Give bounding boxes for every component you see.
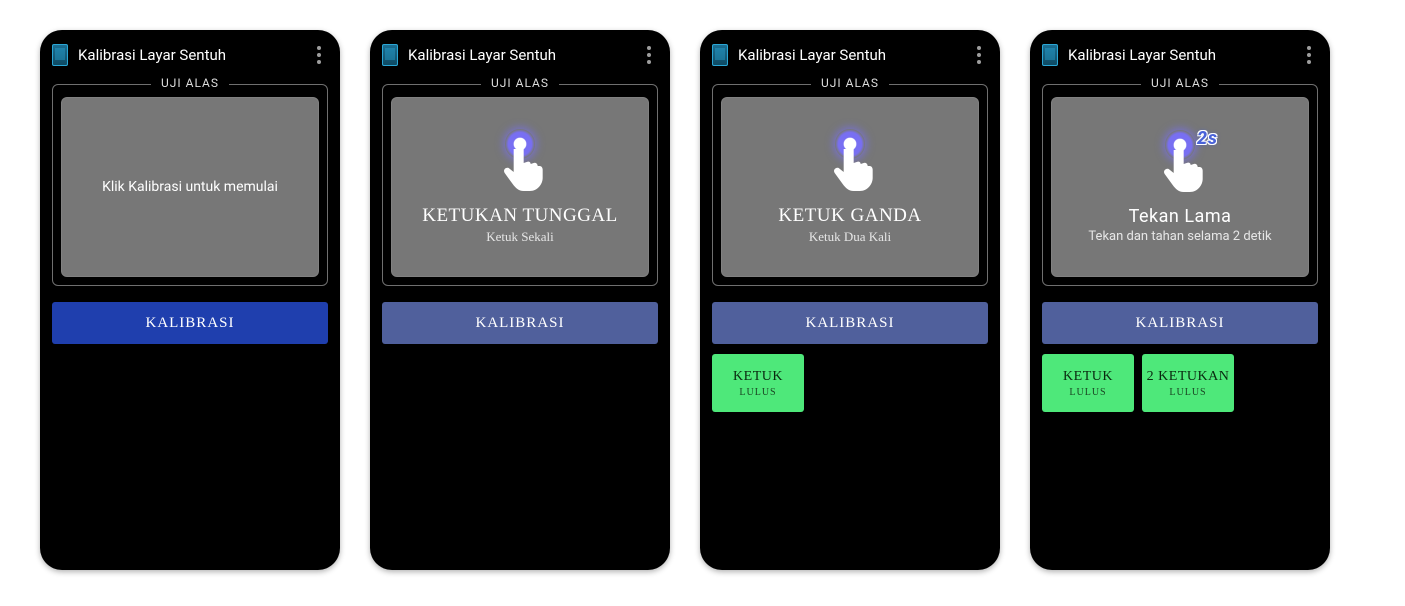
test-pad-frame: UJI ALAS KETUK GANDA Ketuk Dua Kali bbox=[712, 84, 988, 286]
titlebar: Kalibrasi Layar Sentuh bbox=[378, 38, 662, 76]
pad-title: KETUKAN TUNGGAL bbox=[422, 205, 618, 227]
titlebar: Kalibrasi Layar Sentuh bbox=[708, 38, 992, 76]
overflow-menu-icon[interactable] bbox=[1300, 46, 1318, 64]
result-title: 2 KETUKAN bbox=[1147, 369, 1230, 385]
pad-subtitle: Ketuk Dua Kali bbox=[809, 229, 891, 245]
pad-subtitle: Ketuk Sekali bbox=[486, 229, 554, 245]
result-card-tap: KETUK LULUS bbox=[712, 354, 804, 412]
phone-screen-4: Kalibrasi Layar Sentuh UJI ALAS 2s Tekan… bbox=[1030, 30, 1330, 570]
titlebar: Kalibrasi Layar Sentuh bbox=[48, 38, 332, 76]
app-icon bbox=[52, 44, 68, 66]
pad-title: Tekan Lama bbox=[1129, 206, 1232, 227]
pad-label: UJI ALAS bbox=[481, 76, 559, 90]
result-status: LULUS bbox=[1169, 387, 1206, 398]
long-press-icon: 2s bbox=[1148, 130, 1212, 194]
phone-screen-2: Kalibrasi Layar Sentuh UJI ALAS KETUKAN … bbox=[370, 30, 670, 570]
content-area: UJI ALAS KETUK GANDA Ketuk Dua Kali KALI… bbox=[708, 76, 992, 562]
app-title: Kalibrasi Layar Sentuh bbox=[408, 46, 640, 64]
calibrate-button[interactable]: KALIBRASI bbox=[712, 302, 988, 344]
overflow-menu-icon[interactable] bbox=[310, 46, 328, 64]
app-icon bbox=[382, 44, 398, 66]
result-card-tap: KETUK LULUS bbox=[1042, 354, 1134, 412]
calibrate-button[interactable]: KALIBRASI bbox=[1042, 302, 1318, 344]
result-title: KETUK bbox=[733, 369, 783, 385]
results-row: KETUK LULUS 2 KETUKAN LULUS bbox=[1042, 354, 1318, 412]
app-icon bbox=[1042, 44, 1058, 66]
tap-icon bbox=[488, 129, 552, 193]
content-area: UJI ALAS Klik Kalibrasi untuk memulai KA… bbox=[48, 76, 332, 562]
test-pad-frame: UJI ALAS KETUKAN TUNGGAL Ketuk Sekali bbox=[382, 84, 658, 286]
test-pad-frame: UJI ALAS 2s Tekan Lama Tekan dan tahan s… bbox=[1042, 84, 1318, 286]
pad-label: UJI ALAS bbox=[1141, 76, 1219, 90]
titlebar: Kalibrasi Layar Sentuh bbox=[1038, 38, 1322, 76]
phone-screen-3: Kalibrasi Layar Sentuh UJI ALAS KETUK GA… bbox=[700, 30, 1000, 570]
test-pad[interactable]: KETUK GANDA Ketuk Dua Kali bbox=[721, 97, 979, 277]
overflow-menu-icon[interactable] bbox=[970, 46, 988, 64]
app-title: Kalibrasi Layar Sentuh bbox=[738, 46, 970, 64]
content-area: UJI ALAS 2s Tekan Lama Tekan dan tahan s… bbox=[1038, 76, 1322, 562]
pad-label: UJI ALAS bbox=[811, 76, 889, 90]
pad-subtitle: Tekan dan tahan selama 2 detik bbox=[1088, 229, 1271, 244]
tap-icon bbox=[818, 129, 882, 193]
result-title: KETUK bbox=[1063, 369, 1113, 385]
test-pad[interactable]: Klik Kalibrasi untuk memulai bbox=[61, 97, 319, 277]
app-icon bbox=[712, 44, 728, 66]
phone-screen-1: Kalibrasi Layar Sentuh UJI ALAS Klik Kal… bbox=[40, 30, 340, 570]
content-area: UJI ALAS KETUKAN TUNGGAL Ketuk Sekali KA… bbox=[378, 76, 662, 562]
pad-message: Klik Kalibrasi untuk memulai bbox=[102, 179, 278, 195]
calibrate-button[interactable]: KALIBRASI bbox=[382, 302, 658, 344]
pad-title: KETUK GANDA bbox=[778, 205, 921, 227]
results-row: KETUK LULUS bbox=[712, 354, 988, 412]
app-title: Kalibrasi Layar Sentuh bbox=[1068, 46, 1300, 64]
pad-label: UJI ALAS bbox=[151, 76, 229, 90]
calibrate-button[interactable]: KALIBRASI bbox=[52, 302, 328, 344]
test-pad[interactable]: KETUKAN TUNGGAL Ketuk Sekali bbox=[391, 97, 649, 277]
test-pad[interactable]: 2s Tekan Lama Tekan dan tahan selama 2 d… bbox=[1051, 97, 1309, 277]
result-card-double-tap: 2 KETUKAN LULUS bbox=[1142, 354, 1234, 412]
result-status: LULUS bbox=[739, 387, 776, 398]
result-status: LULUS bbox=[1069, 387, 1106, 398]
app-title: Kalibrasi Layar Sentuh bbox=[78, 46, 310, 64]
test-pad-frame: UJI ALAS Klik Kalibrasi untuk memulai bbox=[52, 84, 328, 286]
overflow-menu-icon[interactable] bbox=[640, 46, 658, 64]
